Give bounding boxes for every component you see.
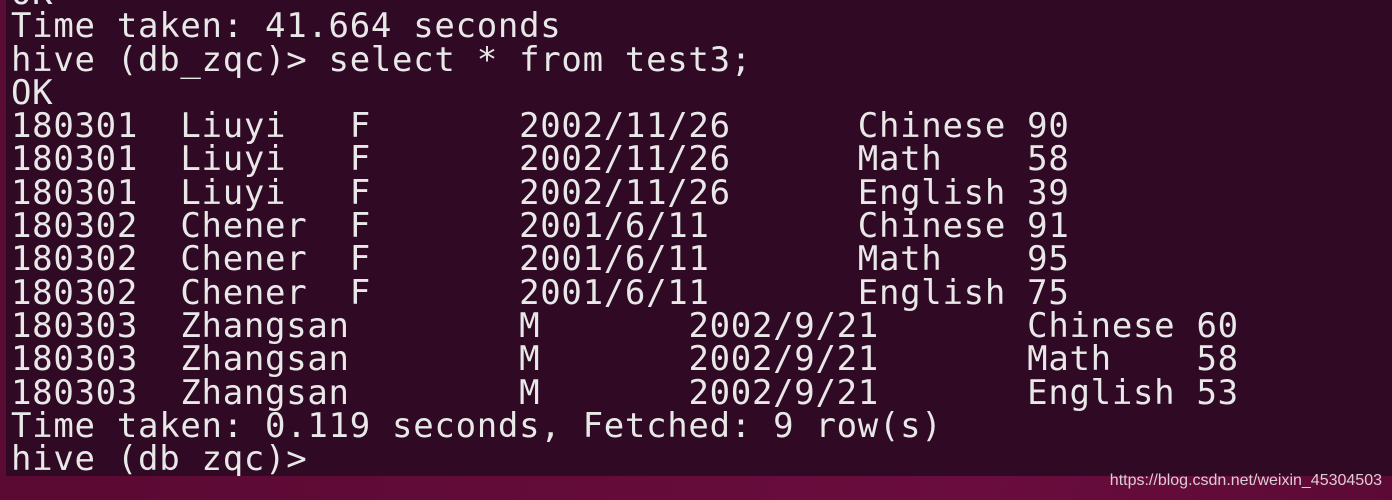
window-edge: [0, 0, 6, 476]
result-row: 180303 Zhangsan M 2002/9/21 English 53: [11, 376, 1239, 410]
output-line: Time taken: 0.119 seconds, Fetched: 9 ro…: [11, 405, 943, 446]
output-line: Time taken: 41.664 seconds: [11, 6, 562, 47]
result-row: 180303 Zhangsan M 2002/9/21 Chinese 60: [11, 309, 1239, 343]
command-line: hive (db_zqc)> select * from test3;: [11, 39, 752, 80]
output-line: OK: [11, 72, 54, 113]
result-row: 180303 Zhangsan M 2002/9/21 Math 58: [11, 342, 1239, 376]
terminal-output[interactable]: OK Time taken: 41.664 secondshive (db_zqc…: [11, 0, 1239, 476]
score-cell: 53: [1196, 372, 1239, 413]
result-row: 180301 Liuyi F 2002/11/26 Math 58: [11, 142, 1239, 176]
subject-cell: English: [1027, 372, 1176, 413]
result-row: 180302 Chener F 2001/6/11 Chinese 91: [11, 209, 1239, 243]
result-row: 180301 Liuyi F 2002/11/26 English 39: [11, 176, 1239, 210]
result-row: 180302 Chener F 2001/6/11 English 75: [11, 276, 1239, 310]
watermark: https://blog.csdn.net/weixin_45304503: [1109, 472, 1382, 489]
result-row: 180301 Liuyi F 2002/11/26 Chinese 90: [11, 109, 1239, 143]
result-row: 180302 Chener F 2001/6/11 Math 95: [11, 242, 1239, 276]
prompt-line: hive (db_zqc)>: [11, 439, 329, 480]
